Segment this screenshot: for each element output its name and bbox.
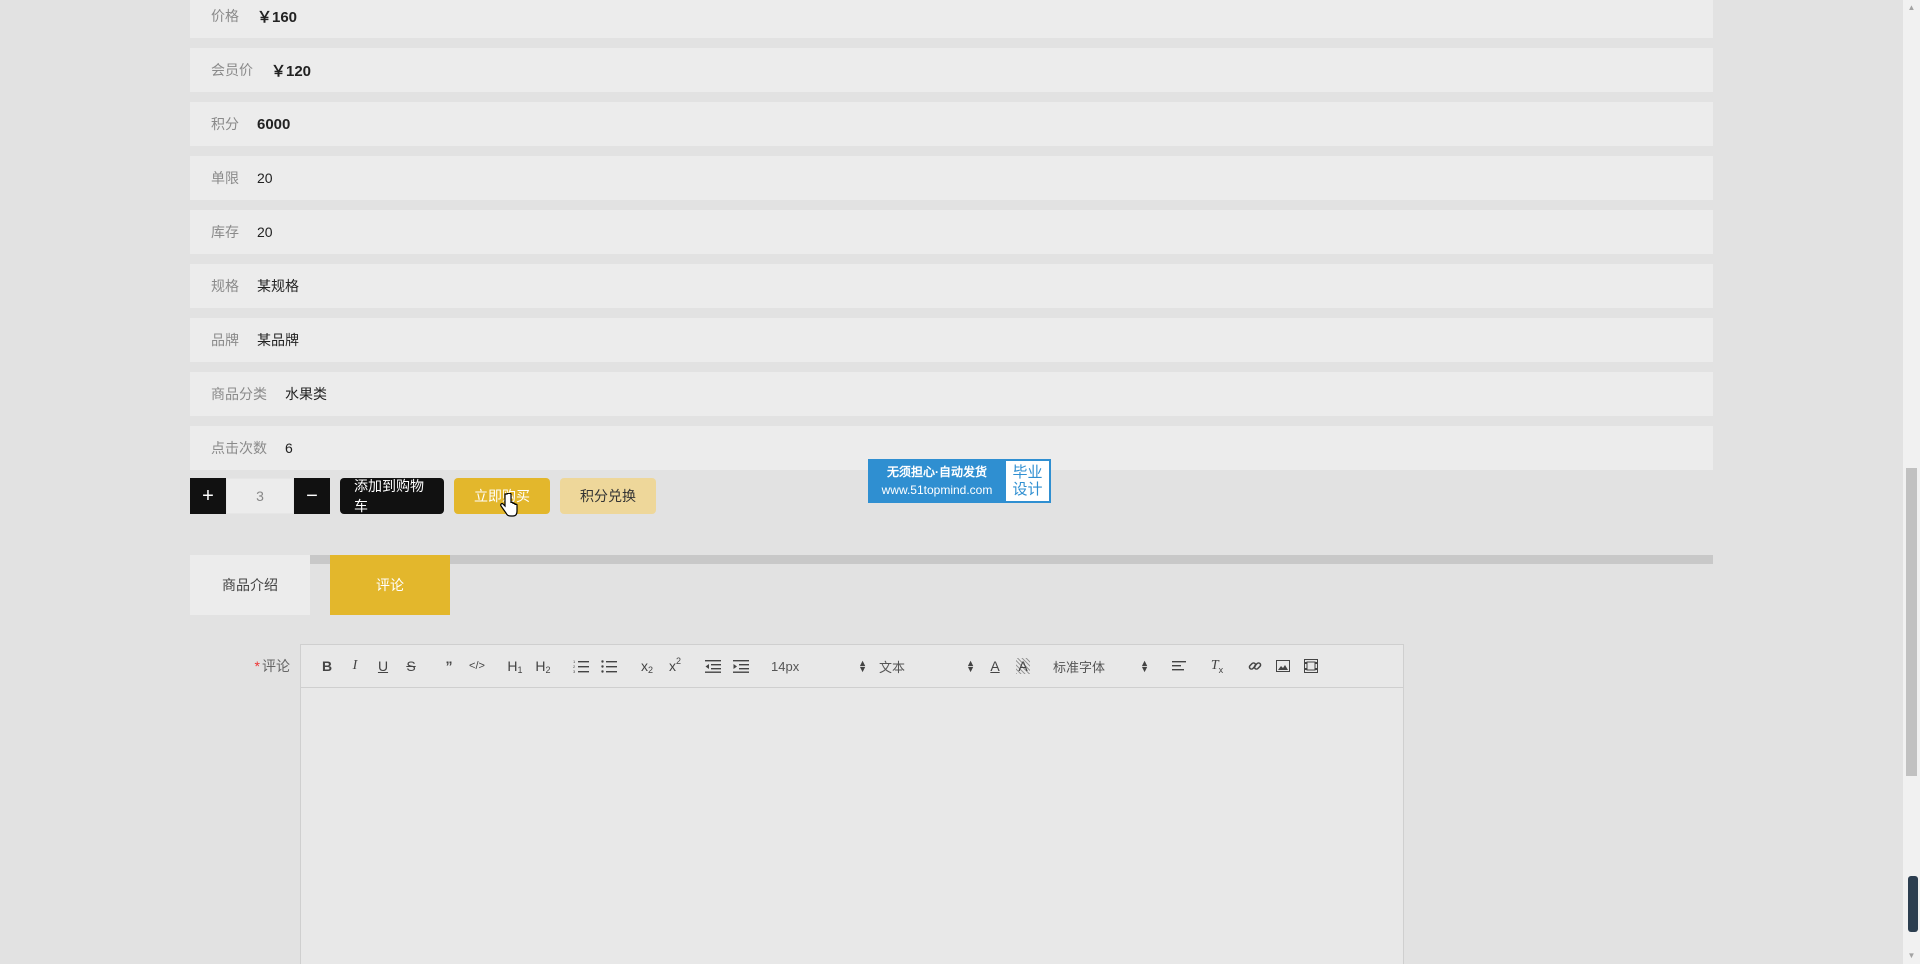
- info-row-value: 某品牌: [257, 332, 299, 348]
- scroll-down-arrow-icon[interactable]: ▼: [1906, 950, 1917, 962]
- side-widget-icon[interactable]: [1908, 876, 1918, 932]
- promo-badge-line2: 设计: [1012, 481, 1043, 498]
- tabs-divider: [310, 555, 1713, 564]
- page-scrollbar[interactable]: ▲ ▼: [1903, 0, 1920, 964]
- editor-toolbar: B I U S ” </> H1 H2 123 x2 x2 14px ▲ ▼ 文…: [301, 645, 1403, 688]
- info-row: 积分 6000: [190, 102, 1713, 146]
- promo-badge-line1: 毕业: [1012, 464, 1043, 481]
- font-family-select[interactable]: 标准字体 ▲ ▼: [1053, 652, 1149, 680]
- purchase-action-bar: + − 添加到购物车 立即购买 积分兑换: [190, 478, 656, 514]
- comment-label-text: 评论: [262, 658, 290, 674]
- info-row-label: 单限: [211, 170, 239, 186]
- info-row: 规格 某规格: [190, 264, 1713, 308]
- header2-icon[interactable]: H2: [529, 652, 557, 680]
- strikethrough-icon[interactable]: S: [397, 652, 425, 680]
- info-row-value: 20: [257, 224, 273, 240]
- info-row-label: 积分: [211, 116, 239, 132]
- quantity-decrease-button[interactable]: −: [294, 478, 330, 514]
- info-row-label: 库存: [211, 224, 239, 240]
- info-row-value: ￥120: [271, 62, 312, 80]
- quantity-input[interactable]: [226, 478, 294, 514]
- bold-icon[interactable]: B: [313, 652, 341, 680]
- font-color-icon[interactable]: A: [981, 652, 1009, 680]
- promo-banner-url: www.51topmind.com: [881, 483, 993, 497]
- header1-icon[interactable]: H1: [501, 652, 529, 680]
- font-size-value: 14px: [771, 658, 800, 674]
- info-row-value: 水果类: [285, 386, 327, 402]
- block-type-select[interactable]: 文本 ▲ ▼: [879, 652, 975, 680]
- promo-banner[interactable]: 无须担心·自动发货 www.51topmind.com 毕业 设计: [868, 459, 1051, 503]
- font-size-select[interactable]: 14px ▲ ▼: [771, 652, 867, 680]
- italic-icon[interactable]: I: [341, 652, 369, 680]
- info-row-value: 某规格: [257, 278, 299, 294]
- add-to-cart-button[interactable]: 添加到购物车: [340, 478, 444, 514]
- video-icon[interactable]: [1297, 652, 1325, 680]
- info-row-value: ￥160: [257, 8, 298, 26]
- underline-icon[interactable]: U: [369, 652, 397, 680]
- background-color-icon[interactable]: A: [1009, 652, 1037, 680]
- bullet-list-icon[interactable]: [595, 652, 623, 680]
- align-left-icon[interactable]: [1165, 652, 1193, 680]
- svg-text:3: 3: [573, 669, 576, 673]
- info-row-label: 点击次数: [211, 440, 267, 456]
- font-family-value: 标准字体: [1053, 659, 1106, 675]
- comment-field-label: * 评论: [210, 656, 290, 676]
- tab-comment[interactable]: 评论: [330, 555, 450, 615]
- indent-icon[interactable]: [727, 652, 755, 680]
- select-arrows-icon: ▲ ▼: [1140, 658, 1149, 674]
- superscript-icon[interactable]: x2: [661, 652, 689, 680]
- info-row: 价格 ￥160: [190, 0, 1713, 38]
- block-type-value: 文本: [879, 659, 906, 675]
- hand-cursor-icon: [500, 493, 518, 517]
- scrollbar-thumb[interactable]: [1906, 468, 1917, 776]
- select-arrows-icon: ▲ ▼: [858, 658, 867, 674]
- info-row-label: 规格: [211, 278, 239, 294]
- promo-banner-text: 无须担心·自动发货 www.51topmind.com: [869, 460, 1005, 502]
- promo-banner-slogan: 无须担心·自动发货: [887, 465, 987, 479]
- blockquote-icon[interactable]: ”: [435, 652, 463, 680]
- promo-banner-badge: 毕业 设计: [1006, 461, 1049, 501]
- info-row-label: 品牌: [211, 332, 239, 348]
- select-arrows-icon: ▲ ▼: [966, 658, 975, 674]
- product-detail-page: 价格 ￥160 会员价 ￥120 积分 6000 单限 20 库存 20 规格 某规格品牌 某品牌商品分…: [0, 0, 1920, 964]
- points-exchange-button[interactable]: 积分兑换: [560, 478, 656, 514]
- info-row: 会员价 ￥120: [190, 48, 1713, 92]
- ordered-list-icon[interactable]: 123: [567, 652, 595, 680]
- link-icon[interactable]: [1241, 652, 1269, 680]
- info-row-label: 会员价: [211, 62, 253, 78]
- editor-content-area[interactable]: [301, 688, 1403, 964]
- tab-product-intro[interactable]: 商品介绍: [190, 555, 310, 615]
- info-row-label: 价格: [211, 8, 239, 24]
- outdent-icon[interactable]: [699, 652, 727, 680]
- detail-tabs: 商品介绍 评论: [190, 555, 1713, 615]
- info-row: 商品分类 水果类: [190, 372, 1713, 416]
- quantity-increase-button[interactable]: +: [190, 478, 226, 514]
- comment-rich-text-editor: B I U S ” </> H1 H2 123 x2 x2 14px ▲ ▼ 文…: [300, 644, 1404, 964]
- clear-format-icon[interactable]: Tx: [1203, 652, 1231, 680]
- subscript-icon[interactable]: x2: [633, 652, 661, 680]
- scroll-up-arrow-icon[interactable]: ▲: [1906, 2, 1917, 14]
- info-row: 品牌 某品牌: [190, 318, 1713, 362]
- code-block-icon[interactable]: </>: [463, 652, 491, 680]
- info-row-value: 6: [285, 440, 293, 456]
- info-row: 库存 20: [190, 210, 1713, 254]
- info-row-value: 6000: [257, 115, 291, 133]
- required-mark: *: [254, 658, 260, 674]
- info-row-label: 商品分类: [211, 386, 267, 402]
- product-info-list: 价格 ￥160 会员价 ￥120 积分 6000 单限 20 库存 20 规格 某规格品牌 某品牌商品分…: [190, 0, 1713, 480]
- info-row: 单限 20: [190, 156, 1713, 200]
- image-icon[interactable]: [1269, 652, 1297, 680]
- info-row-value: 20: [257, 170, 273, 186]
